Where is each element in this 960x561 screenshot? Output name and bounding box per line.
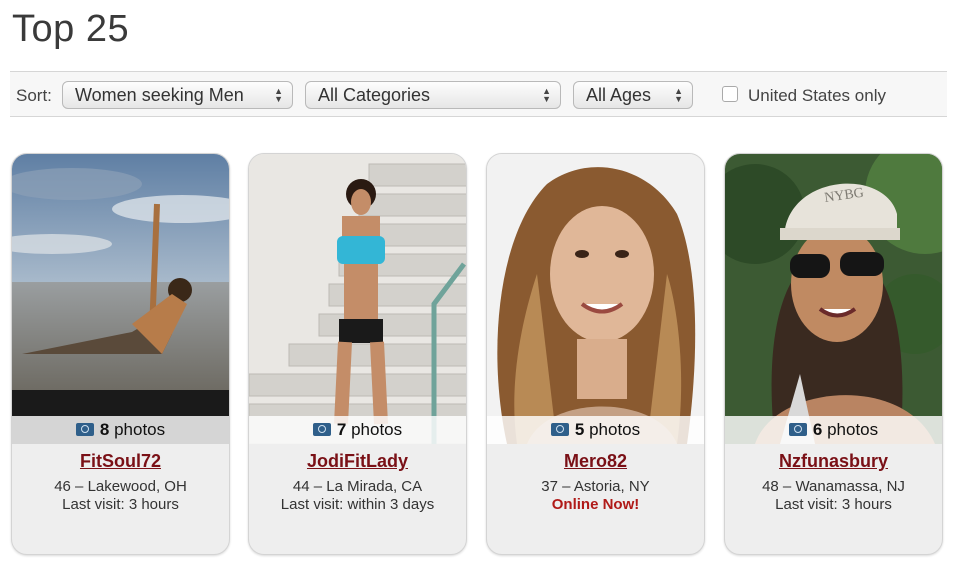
- profile-location: 48 – Wanamassa, NJ: [762, 478, 905, 495]
- seeking-select[interactable]: Women seeking Men ▲ ▼: [62, 81, 293, 109]
- profile-username-link[interactable]: FitSoul72: [12, 451, 229, 472]
- profile-location: 44 – La Mirada, CA: [292, 478, 423, 495]
- profile-last-visit: Last visit: 3 hours: [775, 496, 892, 513]
- us-only-label[interactable]: United States only: [748, 86, 886, 106]
- photo-count-word: photos: [827, 420, 879, 439]
- photo-count-number: 7: [336, 420, 347, 439]
- page-title: Top 25: [12, 8, 130, 50]
- photo-count-word: photos: [589, 420, 641, 439]
- online-now-status: Online Now!: [551, 496, 640, 513]
- camera-icon: [550, 423, 569, 436]
- profile-photo[interactable]: [249, 154, 466, 444]
- photo-count-word: photos: [114, 420, 166, 439]
- profile-card[interactable]: NYBG 6 photos Nzfunasbury 48 – Wanamassa…: [724, 153, 943, 555]
- profile-username-link[interactable]: Mero82: [487, 451, 704, 472]
- profile-username-link[interactable]: JodiFitLady: [249, 451, 466, 472]
- updown-arrows-icon: ▲ ▼: [674, 86, 683, 104]
- ages-select-value: All Ages: [586, 85, 652, 105]
- profile-photo[interactable]: [487, 154, 704, 444]
- profile-photo[interactable]: [12, 154, 229, 444]
- camera-icon: [75, 423, 94, 436]
- updown-arrows-icon: ▲ ▼: [274, 86, 283, 104]
- profile-last-visit: Last visit: within 3 days: [280, 496, 435, 513]
- ages-select[interactable]: All Ages ▲ ▼: [573, 81, 693, 109]
- us-only-checkbox[interactable]: [722, 86, 738, 102]
- profile-photo[interactable]: NYBG: [725, 154, 942, 444]
- profile-location: 46 – Lakewood, OH: [54, 478, 187, 495]
- photo-count-number: 8: [99, 420, 110, 439]
- photo-count: 5 photos: [487, 416, 704, 444]
- photo-count: 8 photos: [12, 416, 229, 444]
- camera-icon: [312, 423, 331, 436]
- category-select[interactable]: All Categories ▲ ▼: [305, 81, 561, 109]
- profile-username-link[interactable]: Nzfunasbury: [725, 451, 942, 472]
- camera-icon: [788, 423, 807, 436]
- profile-last-visit: Last visit: 3 hours: [62, 496, 179, 513]
- photo-count: 6 photos: [725, 416, 942, 444]
- category-select-value: All Categories: [318, 85, 431, 105]
- profile-location: 37 – Astoria, NY: [541, 478, 650, 495]
- updown-arrows-icon: ▲ ▼: [542, 86, 551, 104]
- photo-count: 7 photos: [249, 416, 466, 444]
- profile-card[interactable]: 8 photos FitSoul72 46 – Lakewood, OH Las…: [11, 153, 230, 555]
- sort-label: Sort:: [16, 86, 52, 105]
- photo-count-number: 5: [574, 420, 585, 439]
- profile-card[interactable]: 5 photos Mero82 37 – Astoria, NY Online …: [486, 153, 705, 555]
- profile-card[interactable]: 7 photos JodiFitLady 44 – La Mirada, CA …: [248, 153, 467, 555]
- filter-bar: Sort: Women seeking Men ▲ ▼ All Categorie…: [10, 71, 947, 117]
- photo-count-number: 6: [812, 420, 823, 439]
- photo-count-word: photos: [351, 420, 403, 439]
- seeking-select-value: Women seeking Men: [75, 85, 244, 105]
